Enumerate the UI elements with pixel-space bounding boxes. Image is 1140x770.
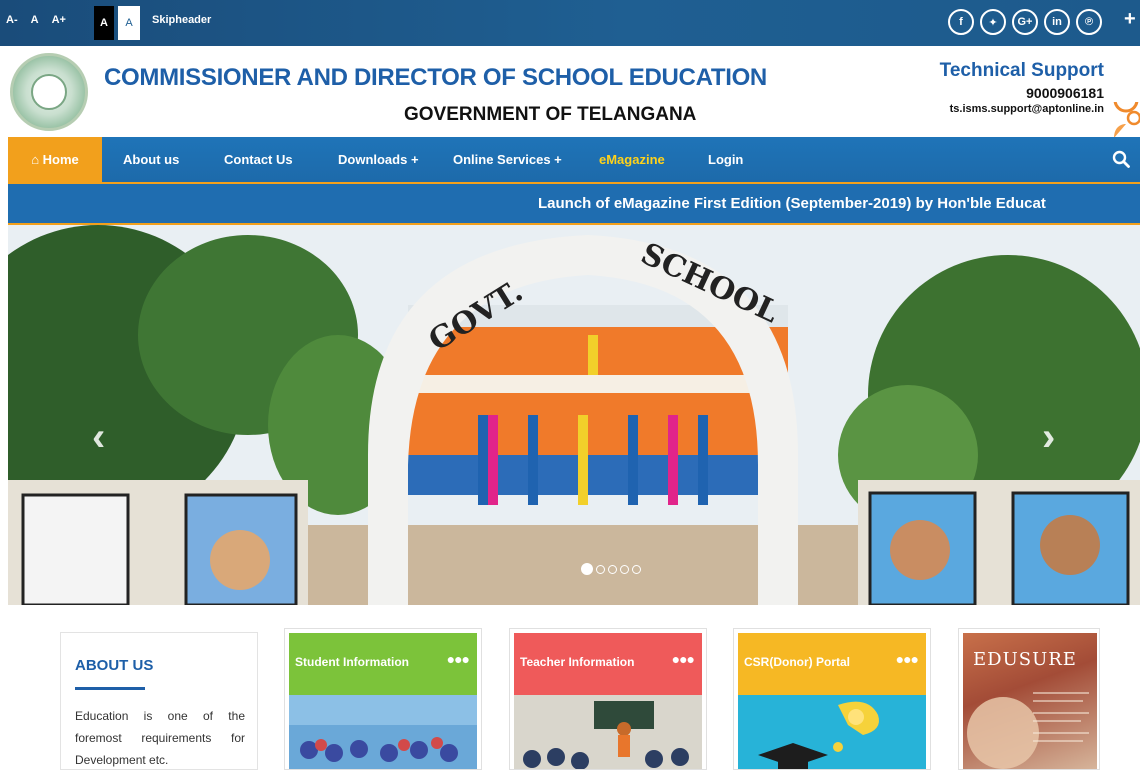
main-navigation: ⌂ Home About us Contact Us Downloads + O… [8, 137, 1140, 182]
search-icon[interactable] [1112, 150, 1130, 168]
carousel-dot[interactable] [608, 564, 617, 574]
more-options-icon[interactable]: ●●● [896, 651, 919, 667]
carousel-dot[interactable] [632, 564, 641, 574]
site-header: COMMISSIONER AND DIRECTOR OF SCHOOL EDUC… [0, 46, 1140, 138]
technical-support-block: Technical Support 9000906181 ts.isms.sup… [940, 60, 1104, 115]
edusure-magazine-tile[interactable]: EDUSURE [958, 628, 1100, 770]
font-decrease-button[interactable]: A- [6, 14, 18, 26]
support-title: Technical Support [939, 60, 1104, 81]
nav-login[interactable]: Login [708, 137, 743, 182]
support-email[interactable]: ts.isms.support@aptonline.in [940, 103, 1104, 115]
about-us-title: ABOUT US [75, 657, 154, 674]
support-phone: 9000906181 [1026, 85, 1104, 101]
plus-icon[interactable]: + [1124, 8, 1136, 31]
news-ticker: Launch of eMagazine First Edition (Septe… [8, 182, 1140, 225]
emblem-center-icon [31, 74, 67, 110]
light-contrast-button[interactable]: A [118, 6, 140, 40]
nav-online-services[interactable]: Online Services + [453, 137, 562, 182]
skip-header-link[interactable]: Skipheader [152, 14, 211, 26]
about-us-card: ABOUT US Education is one of the foremos… [60, 632, 258, 770]
image-carousel: GOVT. SCHOOL ‹ › [8, 225, 1140, 605]
carousel-dot[interactable] [581, 563, 593, 575]
google-plus-icon[interactable]: G+ [1012, 9, 1038, 35]
nav-emagazine[interactable]: eMagazine [599, 137, 665, 182]
tile-header: CSR(Donor) Portal ●●● [738, 633, 926, 695]
font-reset-button[interactable]: A [31, 14, 39, 26]
students-photo [289, 695, 477, 769]
nav-about-us[interactable]: About us [123, 137, 179, 182]
pinterest-icon[interactable]: ℗ [1076, 9, 1102, 35]
headset-icon [1113, 102, 1140, 138]
magazine-cover-art [967, 692, 1089, 769]
teacher-information-tile[interactable]: Teacher Information ●●● [509, 628, 707, 770]
teacher-photo [514, 695, 702, 769]
page-title: COMMISSIONER AND DIRECTOR OF SCHOOL EDUC… [104, 64, 767, 91]
donation-graphic [738, 695, 926, 769]
csr-donor-portal-tile[interactable]: CSR(Donor) Portal ●●● [733, 628, 931, 770]
more-options-icon[interactable]: ●●● [447, 651, 470, 667]
nav-contact-us[interactable]: Contact Us [224, 137, 293, 182]
tile-title: Student Information [295, 655, 409, 669]
about-us-text: Education is one of the foremost require… [75, 709, 245, 767]
linkedin-icon[interactable]: in [1044, 9, 1070, 35]
about-us-underline [75, 687, 145, 690]
news-ticker-text[interactable]: Launch of eMagazine First Edition (Septe… [538, 195, 1046, 212]
carousel-indicators [581, 563, 644, 575]
carousel-dot[interactable] [596, 564, 605, 574]
facebook-icon[interactable]: f [948, 9, 974, 35]
school-photo: GOVT. SCHOOL [8, 225, 1140, 605]
social-links: f ✦ G+ in ℗ [948, 9, 1108, 35]
nav-downloads[interactable]: Downloads + [338, 137, 419, 182]
font-size-controls: A- A A+ [6, 14, 79, 26]
carousel-dot[interactable] [620, 564, 629, 574]
edusure-cover: EDUSURE [963, 633, 1097, 769]
page-subtitle: GOVERNMENT OF TELANGANA [404, 104, 697, 125]
tile-title: Teacher Information [520, 655, 635, 669]
dark-contrast-button[interactable]: A [94, 6, 114, 40]
tile-title: CSR(Donor) Portal [744, 655, 850, 669]
telangana-emblem-icon [10, 53, 88, 131]
nav-home[interactable]: ⌂ Home [8, 137, 102, 182]
twitter-icon[interactable]: ✦ [980, 9, 1006, 35]
font-increase-button[interactable]: A+ [52, 14, 66, 26]
carousel-prev-button[interactable]: ‹ [92, 415, 105, 460]
more-options-icon[interactable]: ●●● [672, 651, 695, 667]
tile-header: Student Information ●●● [289, 633, 477, 695]
student-information-tile[interactable]: Student Information ●●● [284, 628, 482, 770]
top-utility-bar: A- A A+ A A Skipheader f ✦ G+ in ℗ + [0, 0, 1140, 46]
carousel-next-button[interactable]: › [1042, 415, 1055, 460]
tile-header: Teacher Information ●●● [514, 633, 702, 695]
